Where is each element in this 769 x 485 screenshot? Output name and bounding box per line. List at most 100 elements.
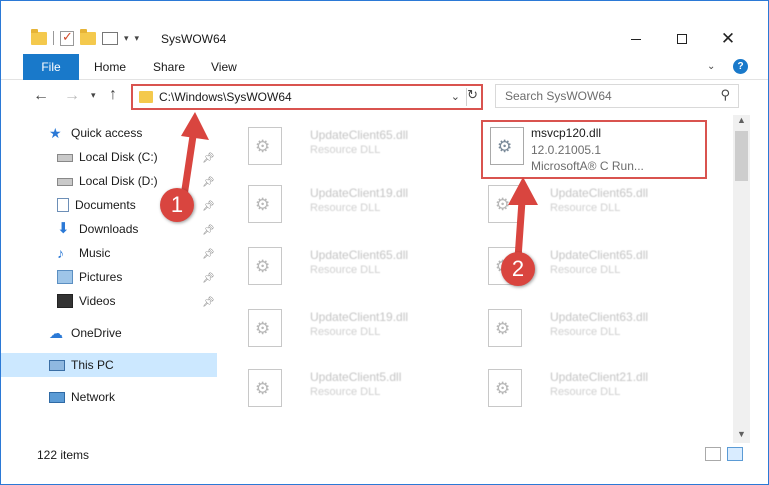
sidebar-item-videos[interactable]: Videos (57, 290, 115, 312)
sidebar-item-local-disk-d[interactable]: Local Disk (D:) (57, 170, 158, 192)
address-folder-icon (139, 91, 153, 103)
file-name: UpdateClient65.dll (550, 248, 649, 262)
pictures-icon (57, 270, 73, 284)
properties-check-icon[interactable] (60, 29, 74, 46)
file-type: Resource DLL (550, 326, 621, 338)
sidebar-item-label: Network (71, 390, 116, 404)
file-tile[interactable]: UpdateClient63.dll Resource DLL (483, 303, 703, 353)
new-folder-icon[interactable] (80, 28, 96, 45)
address-path[interactable]: C:\Windows\SysWOW64 (159, 90, 292, 104)
sidebar-item-this-pc[interactable]: This PC (49, 354, 114, 376)
sidebar-item-downloads[interactable]: ⬇ Downloads (57, 218, 138, 240)
file-name: UpdateClient63.dll (550, 310, 649, 324)
dll-file-icon (248, 247, 282, 285)
refresh-icon[interactable]: ↻ (467, 87, 478, 103)
up-arrow-icon[interactable]: ↑ (109, 86, 117, 104)
back-arrow-icon[interactable]: ← (33, 87, 49, 105)
sidebar-item-label: Pictures (79, 270, 123, 284)
file-tile[interactable]: UpdateClient19.dll Resource DLL (243, 303, 463, 353)
sidebar-item-label: Documents (75, 198, 136, 212)
disk-icon (57, 178, 73, 186)
pin-icon[interactable]: 📌︎ (202, 249, 215, 260)
file-name: UpdateClient65.dll (550, 186, 649, 200)
title-bar: ▾ ▾ SysWOW64 ✕ (1, 1, 768, 53)
file-name: UpdateClient5.dll (310, 370, 402, 384)
expand-ribbon-chevron-icon[interactable]: ⌄ (707, 61, 715, 72)
minimize-button[interactable] (613, 26, 659, 52)
details-view-icon[interactable] (705, 447, 721, 461)
search-input[interactable]: Search SysWOW64 ⚲ (495, 84, 739, 108)
disk-icon (57, 154, 73, 162)
file-name: UpdateClient65.dll (310, 248, 409, 262)
music-icon: ♪ (57, 245, 64, 261)
star-icon: ★ (49, 125, 62, 141)
file-type: Resource DLL (310, 264, 381, 276)
minimize-icon (631, 38, 641, 40)
sidebar-item-pictures[interactable]: Pictures (57, 266, 122, 288)
sidebar-item-label: Local Disk (D:) (79, 174, 158, 188)
scroll-up-arrow-icon[interactable]: ▲ (737, 115, 746, 125)
sidebar-item-label: Music (79, 246, 111, 260)
scroll-thumb[interactable] (735, 131, 748, 181)
file-type: Resource DLL (310, 386, 381, 398)
search-icon[interactable]: ⚲ (720, 87, 730, 103)
sidebar-item-quick-access[interactable]: ★ Quick access (49, 122, 142, 144)
file-type: Resource DLL (310, 144, 381, 156)
dll-file-icon (248, 127, 282, 165)
maximize-button[interactable] (659, 26, 705, 52)
file-type: Resource DLL (550, 264, 621, 276)
file-name: UpdateClient19.dll (310, 310, 409, 324)
recent-locations-chevron-icon[interactable]: ▾ (91, 90, 96, 101)
sidebar-item-label: Local Disk (C:) (79, 150, 158, 164)
forward-arrow-icon[interactable]: → (64, 87, 80, 105)
address-field[interactable]: C:\Windows\SysWOW64 ⌄ (135, 88, 467, 106)
dll-file-icon (248, 185, 282, 223)
file-tile[interactable]: UpdateClient65.dll Resource DLL (243, 121, 463, 171)
documents-icon (57, 198, 69, 212)
vertical-scrollbar[interactable]: ▲ ▼ (733, 115, 750, 443)
file-name: UpdateClient21.dll (550, 370, 649, 384)
large-icons-view-icon[interactable] (727, 447, 743, 461)
window-title: SysWOW64 (161, 32, 227, 46)
search-placeholder: Search SysWOW64 (505, 89, 612, 103)
videos-icon (57, 294, 73, 308)
downloads-icon: ⬇ (57, 220, 70, 237)
sidebar-item-label: This PC (71, 358, 114, 372)
sidebar-item-music[interactable]: ♪ Music (57, 242, 110, 264)
file-type: Resource DLL (310, 202, 381, 214)
folder-icon (31, 28, 47, 45)
status-bar: 122 items (1, 443, 768, 465)
sidebar-item-local-disk-c[interactable]: Local Disk (C:) (57, 146, 158, 168)
file-tile[interactable]: UpdateClient65.dll Resource DLL (243, 241, 463, 291)
pin-icon[interactable]: 📌︎ (202, 273, 215, 284)
sidebar-item-onedrive[interactable]: ☁ OneDrive (49, 322, 122, 344)
file-tile[interactable]: UpdateClient19.dll Resource DLL (243, 179, 463, 229)
file-type: Resource DLL (550, 202, 621, 214)
computer-icon (49, 359, 65, 371)
tab-view[interactable]: View (211, 60, 237, 74)
tab-file[interactable]: File (23, 54, 79, 80)
close-button[interactable]: ✕ (705, 26, 751, 52)
tab-home[interactable]: Home (94, 60, 126, 74)
file-type: Resource DLL (550, 386, 621, 398)
step-badge-2: 2 (501, 252, 535, 286)
help-button[interactable]: ? (733, 59, 748, 74)
scroll-down-arrow-icon[interactable]: ▼ (737, 429, 746, 439)
navigation-bar: ← → ▾ ↑ C:\Windows\SysWOW64 ⌄ ↻ Search S… (1, 81, 768, 113)
file-tile[interactable]: UpdateClient21.dll Resource DLL (483, 363, 703, 413)
file-type: Resource DLL (310, 326, 381, 338)
sidebar-item-label: OneDrive (71, 326, 122, 340)
file-tile[interactable]: UpdateClient5.dll Resource DLL (243, 363, 463, 413)
address-dropdown-chevron-icon[interactable]: ⌄ (451, 90, 460, 103)
properties-icon[interactable] (102, 31, 118, 45)
file-name: UpdateClient65.dll (310, 128, 409, 142)
explorer-window: ▾ ▾ SysWOW64 ✕ File Home Share View ⌄ ? … (0, 0, 769, 485)
pin-icon[interactable]: 📌︎ (202, 297, 215, 308)
qat-customize-icon[interactable]: ▾ (135, 33, 140, 44)
pin-icon[interactable]: 📌︎ (202, 225, 215, 236)
maximize-icon (677, 34, 687, 44)
tab-share[interactable]: Share (153, 60, 185, 74)
sidebar-item-network[interactable]: Network (49, 386, 115, 408)
sidebar-item-documents[interactable]: Documents (57, 194, 136, 216)
qat-dropdown-icon[interactable]: ▾ (124, 33, 129, 44)
